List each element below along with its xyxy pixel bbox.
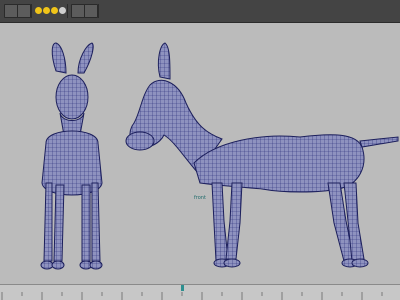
timeline-slider[interactable] <box>0 284 400 300</box>
divider <box>31 4 32 18</box>
camera-label: front <box>194 195 206 201</box>
lasso-tool-icon[interactable] <box>17 4 31 18</box>
camera-icon[interactable] <box>84 4 98 18</box>
select-tool-icon[interactable] <box>4 4 18 18</box>
snap-point-icon[interactable] <box>51 7 58 14</box>
viewport-canvas <box>40 42 399 270</box>
divider <box>67 4 68 18</box>
divider <box>98 4 99 18</box>
status-toolbar <box>0 0 400 23</box>
snap-plane-icon[interactable] <box>59 7 66 14</box>
maya-window: front <box>0 0 400 300</box>
timeline-ticks <box>1 292 383 300</box>
donkey-side-mesh[interactable] <box>125 42 399 268</box>
snap-grid-icon[interactable] <box>35 7 42 14</box>
donkey-front-mesh[interactable] <box>40 42 103 270</box>
snap-curve-icon[interactable] <box>43 7 50 14</box>
playhead[interactable] <box>181 285 184 291</box>
render-icon[interactable] <box>71 4 85 18</box>
viewport[interactable]: front <box>0 23 400 284</box>
